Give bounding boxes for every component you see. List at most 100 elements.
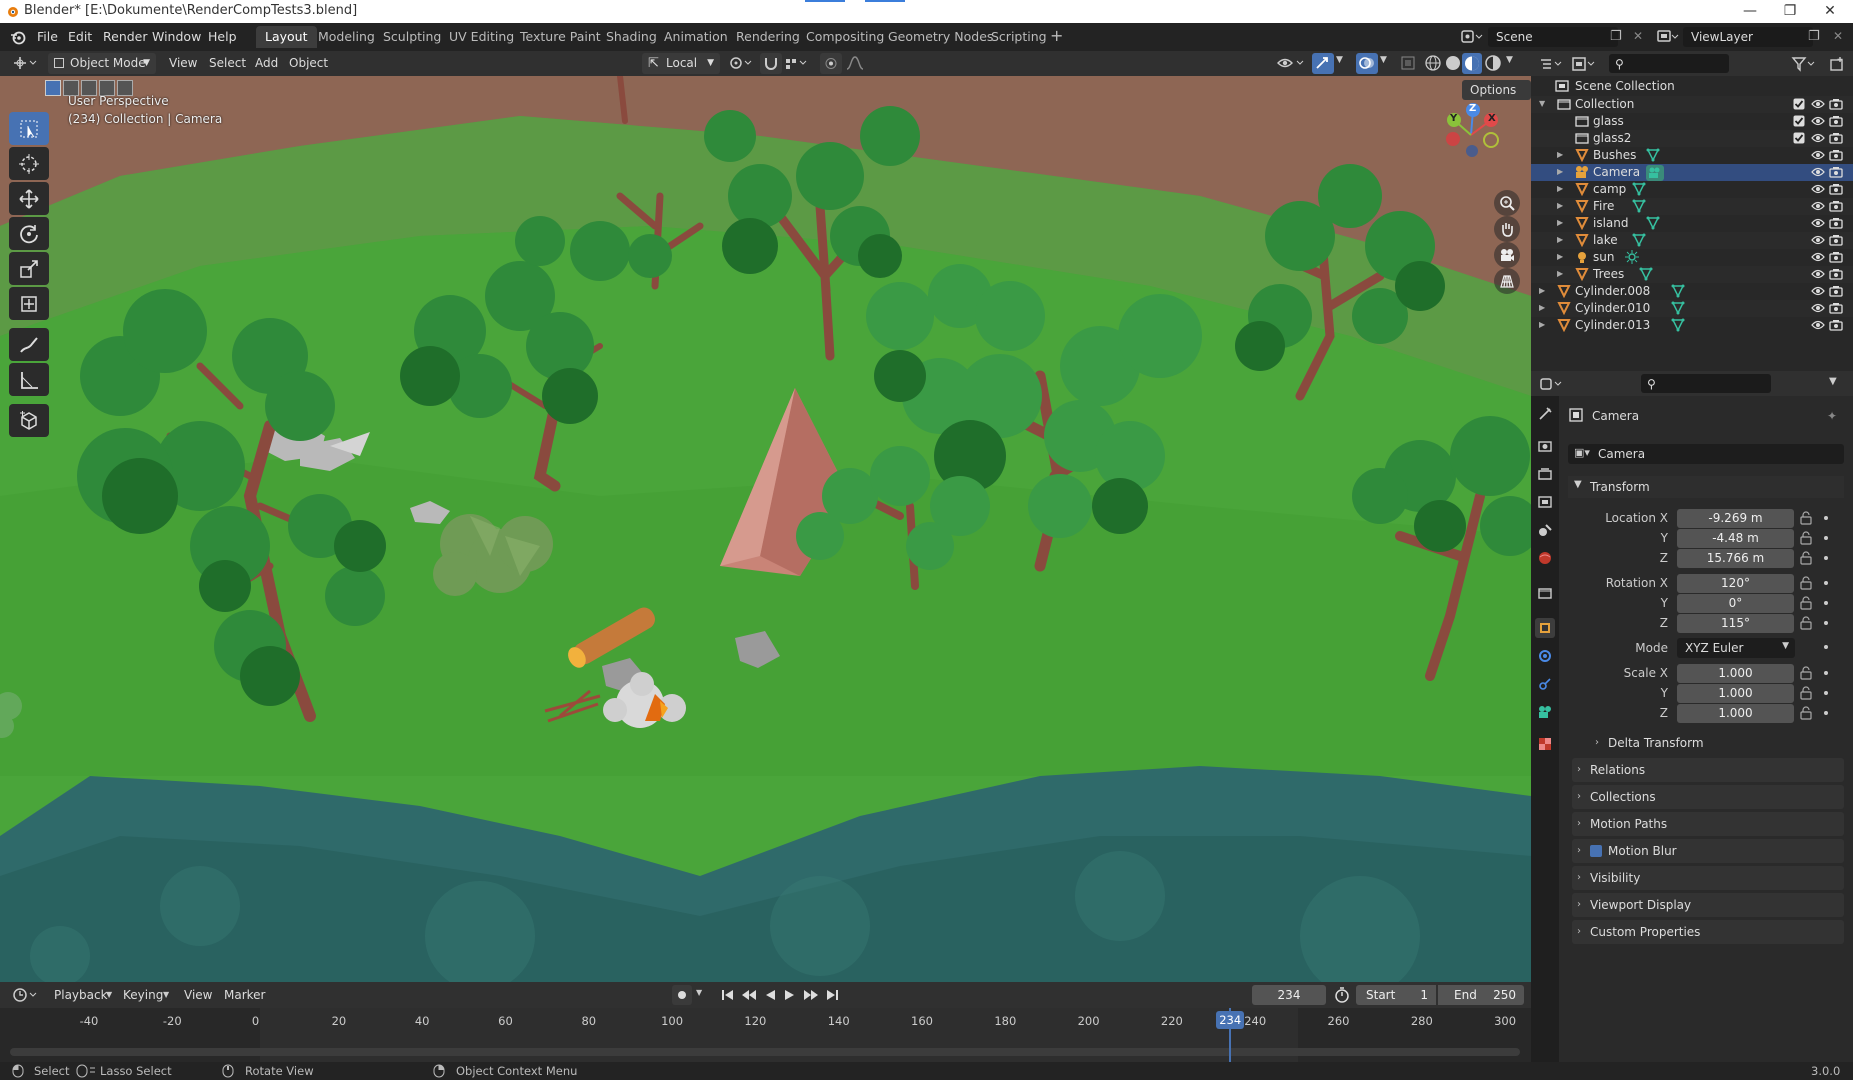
eye-icon[interactable] [1811,132,1825,144]
expand-down-icon[interactable]: ▼ [1539,99,1545,108]
render-camera-icon[interactable] [1829,166,1843,178]
exclude-checkbox[interactable] [1793,115,1805,127]
tool-add-cube[interactable] [9,404,49,437]
rotation-y-field[interactable]: 0° [1677,594,1794,613]
viewport-menu-select[interactable]: Select [209,56,246,70]
scale-y-field[interactable]: 1.000 [1677,684,1794,703]
rotation-mode-dropdown[interactable]: XYZ Euler ▼ [1677,638,1795,658]
eye-icon[interactable] [1811,268,1825,280]
shading-solid-icon[interactable] [1444,54,1462,72]
keyframe-dot-icon[interactable] [1824,645,1828,649]
eye-icon[interactable] [1811,234,1825,246]
tab-texture-paint[interactable]: Texture Paint [511,26,610,48]
mesh-data-icon[interactable] [1632,182,1646,196]
lock-icon[interactable] [1800,686,1812,700]
playhead-frame-label[interactable]: 234 [1216,1011,1245,1029]
object-mode-dropdown[interactable]: Object Mode ▼ [48,53,156,74]
eye-icon[interactable] [1811,251,1825,263]
keyframe-dot-icon[interactable] [1824,621,1828,625]
render-camera-icon[interactable] [1829,268,1843,280]
expand-right-icon[interactable]: ▶ [1557,218,1563,227]
mesh-data-icon[interactable] [1671,301,1685,315]
expand-right-icon[interactable]: ▶ [1557,235,1563,244]
tool-select-box[interactable] [9,112,49,145]
expand-right-icon[interactable]: ▶ [1539,303,1545,312]
xray-toggle-icon[interactable] [1400,55,1418,71]
panel-motion-blur[interactable]: › Motion Blur [1572,839,1844,863]
render-camera-icon[interactable] [1829,115,1843,127]
navigation-gizmo[interactable]: Z X Y [1436,100,1506,170]
outliner-search-input[interactable]: ⚲ [1609,54,1729,73]
stopwatch-icon[interactable] [1334,987,1350,1003]
tab-sculpting[interactable]: Sculpting [374,26,450,48]
view-layer-remove-icon[interactable]: ✕ [1833,29,1843,43]
current-frame-field[interactable]: 234 [1252,985,1326,1005]
view-layer-icon[interactable] [1656,28,1680,46]
restore-button[interactable]: ❐ [1770,1,1810,21]
lock-icon[interactable] [1800,706,1812,720]
eye-icon[interactable] [1811,98,1825,110]
outliner-item-fire[interactable]: ▶ Fire [1531,198,1853,215]
tab-modeling[interactable]: Modeling [309,26,384,48]
outliner-item-sun[interactable]: ▶ sun [1531,249,1853,266]
timeline-area[interactable]: -40 -20 0 20 40 60 80 100 120 140 160 180 200 220 240 2… [0,1008,1531,1062]
shading-material-icon[interactable] [1462,53,1482,74]
chevron-down-icon[interactable]: ▼ [696,988,702,997]
mesh-data-icon[interactable] [1671,284,1685,298]
outliner-item-glass[interactable]: glass [1531,113,1853,130]
light-data-icon[interactable] [1624,250,1639,264]
outliner-item-lake[interactable]: ▶ lake [1531,232,1853,249]
lock-icon[interactable] [1800,616,1812,630]
lock-icon[interactable] [1800,666,1812,680]
location-z-field[interactable]: 15.766 m [1677,549,1794,568]
outliner-item-bushes[interactable]: ▶ Bushes [1531,147,1853,164]
ortho-grid-icon[interactable] [1494,268,1520,294]
expand-right-icon[interactable]: ▶ [1557,150,1563,159]
tab-animation[interactable]: Animation [655,26,737,48]
snap-target-icon[interactable] [784,55,810,71]
lock-icon[interactable] [1800,531,1812,545]
texture-tab-icon[interactable] [1535,734,1555,754]
close-window-button[interactable]: ✕ [1810,1,1850,21]
view-layer-name-field[interactable]: ViewLayer [1683,27,1813,47]
render-camera-icon[interactable] [1829,217,1843,229]
mesh-data-icon[interactable] [1632,233,1646,247]
render-camera-icon[interactable] [1829,302,1843,314]
eye-icon[interactable] [1811,285,1825,297]
menu-render[interactable]: Render [103,29,148,44]
eye-icon[interactable] [1811,115,1825,127]
jump-end-icon[interactable] [824,987,840,1003]
motion-blur-checkbox[interactable] [1590,845,1602,857]
transform-orientation-dropdown[interactable]: Local ▼ ⇱ [642,53,720,74]
chevron-down-icon[interactable]: ▼ [1506,55,1513,65]
auto-keying-button[interactable] [672,985,692,1005]
scale-x-field[interactable]: 1.000 [1677,664,1794,683]
expand-right-icon[interactable]: ▶ [1539,286,1545,295]
start-frame-field[interactable]: Start 1 [1356,985,1436,1005]
pan-hand-icon[interactable] [1494,216,1520,242]
render-camera-icon[interactable] [1829,149,1843,161]
location-y-field[interactable]: -4.48 m [1677,529,1794,548]
render-camera-icon[interactable] [1829,251,1843,263]
timeline-menu-playback[interactable]: Playback [54,988,108,1002]
proportional-editing-icon[interactable] [820,53,842,74]
expand-right-icon[interactable]: ▶ [1557,201,1563,210]
mesh-data-icon[interactable] [1646,216,1660,230]
panel-viewport-display[interactable]: › Viewport Display [1572,893,1844,917]
pivot-point-icon[interactable] [728,55,754,71]
scene-name-field[interactable]: Scene [1488,27,1618,47]
keyframe-dot-icon[interactable] [1824,691,1828,695]
blender-menu-icon[interactable] [10,29,26,45]
outliner-item-trees[interactable]: ▶ Trees [1531,266,1853,283]
mesh-data-icon[interactable] [1646,148,1660,162]
pin-icon[interactable]: ✦ [1827,409,1837,423]
keyframe-dot-icon[interactable] [1824,671,1828,675]
select-new-icon[interactable] [45,80,61,96]
panel-delta-transform[interactable]: › Delta Transform [1590,731,1844,755]
tool-measure[interactable] [9,363,49,396]
new-collection-icon[interactable] [1829,56,1845,72]
end-frame-field[interactable]: End 250 [1438,985,1524,1005]
keyframe-dot-icon[interactable] [1824,601,1828,605]
options-dropdown[interactable]: Options ▼ [1462,80,1531,117]
render-tab-icon[interactable] [1535,436,1555,456]
